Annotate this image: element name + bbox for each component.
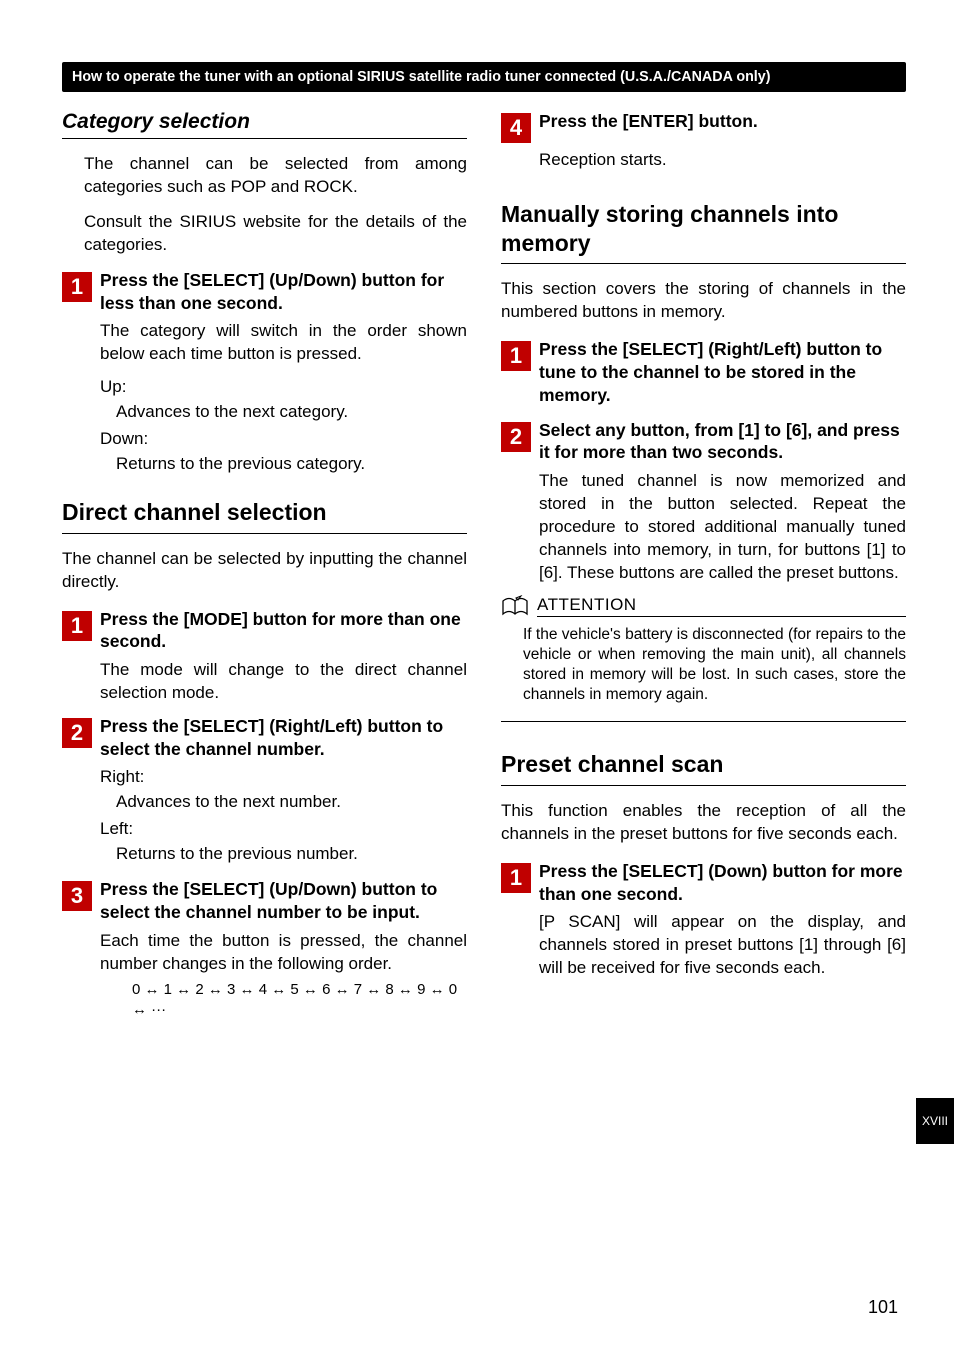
step-number-badge: 1 xyxy=(501,863,531,893)
step-title: Select any button, from [1] to [6], and … xyxy=(539,419,906,465)
rule xyxy=(62,533,467,534)
step-title: Press the [SELECT] (Down) button for mor… xyxy=(539,860,906,906)
paragraph: Consult the SIRIUS website for the detai… xyxy=(84,211,467,257)
step-title: Press the [MODE] button for more than on… xyxy=(100,608,467,654)
direction-label: Right: xyxy=(100,766,467,789)
two-column-layout: Category selection The channel can be se… xyxy=(62,110,906,1020)
step-1: 1 Press the [SELECT] (Right/Left) button… xyxy=(501,338,906,406)
paragraph: The channel can be selected from among c… xyxy=(84,153,467,199)
direction-label: Down: xyxy=(100,428,467,451)
right-column: 4 Press the [ENTER] button. Reception st… xyxy=(501,110,906,1020)
step-number-badge: 2 xyxy=(501,422,531,452)
step-body: The category will switch in the order sh… xyxy=(100,320,467,366)
step-number-badge: 1 xyxy=(501,341,531,371)
step-2: 2 Press the [SELECT] (Right/Left) button… xyxy=(62,715,467,761)
rule xyxy=(62,138,467,139)
step-title: Press the [SELECT] (Right/Left) button t… xyxy=(539,338,906,406)
step-number-badge: 2 xyxy=(62,718,92,748)
rule xyxy=(501,263,906,264)
step-title: Press the [ENTER] button. xyxy=(539,110,906,133)
step-number-badge: 1 xyxy=(62,611,92,641)
paragraph: This section covers the storing of chann… xyxy=(501,278,906,324)
step-4: 4 Press the [ENTER] button. xyxy=(501,110,906,143)
step-body: The mode will change to the direct chann… xyxy=(100,659,467,705)
step-title: Press the [SELECT] (Up/Down) button for … xyxy=(100,269,467,315)
attention-body: If the vehicle's battery is disconnected… xyxy=(523,625,906,706)
direction-text: Returns to the previous number. xyxy=(116,843,467,866)
paragraph: The channel can be selected by inputting… xyxy=(62,548,467,594)
heading-manual-store: Manually storing channels into memory xyxy=(501,200,906,258)
step-title: Press the [SELECT] (Right/Left) button t… xyxy=(100,715,467,761)
chapter-tab: XVIII xyxy=(916,1098,954,1144)
section-header-bar: How to operate the tuner with an optiona… xyxy=(62,62,906,92)
direction-text: Returns to the previous category. xyxy=(116,453,467,476)
step-body: The tuned channel is now memorized and s… xyxy=(539,470,906,585)
attention-label: ATTENTION xyxy=(537,595,906,617)
step-1: 1 Press the [SELECT] (Down) button for m… xyxy=(501,860,906,906)
step-title: Press the [SELECT] (Up/Down) button to s… xyxy=(100,878,467,924)
step-number-badge: 3 xyxy=(62,881,92,911)
paragraph: This function enables the reception of a… xyxy=(501,800,906,846)
attention-heading: ATTENTION xyxy=(501,595,906,617)
step-number-badge: 1 xyxy=(62,272,92,302)
step-body: Each time the button is pressed, the cha… xyxy=(100,930,467,976)
step-body: [P SCAN] will appear on the display, and… xyxy=(539,911,906,980)
direction-text: Advances to the next number. xyxy=(116,791,467,814)
heading-direct-channel: Direct channel selection xyxy=(62,498,467,527)
heading-preset-scan: Preset channel scan xyxy=(501,750,906,779)
step-1: 1 Press the [MODE] button for more than … xyxy=(62,608,467,654)
direction-label: Up: xyxy=(100,376,467,399)
step-1: 1 Press the [SELECT] (Up/Down) button fo… xyxy=(62,269,467,315)
book-icon xyxy=(501,595,529,617)
step-body: Reception starts. xyxy=(539,149,906,172)
rule xyxy=(501,785,906,786)
step-2: 2 Select any button, from [1] to [6], an… xyxy=(501,419,906,465)
step-number-badge: 4 xyxy=(501,113,531,143)
page-number: 101 xyxy=(868,1297,898,1318)
number-sequence: 0 ↔ 1 ↔ 2 ↔ 3 ↔ 4 ↔ 5 ↔ 6 ↔ 7 ↔ 8 ↔ 9 ↔ … xyxy=(132,980,467,1021)
heading-category-selection: Category selection xyxy=(62,110,467,134)
direction-label: Left: xyxy=(100,818,467,841)
left-column: Category selection The channel can be se… xyxy=(62,110,467,1020)
step-3: 3 Press the [SELECT] (Up/Down) button to… xyxy=(62,878,467,924)
direction-text: Advances to the next category. xyxy=(116,401,467,424)
